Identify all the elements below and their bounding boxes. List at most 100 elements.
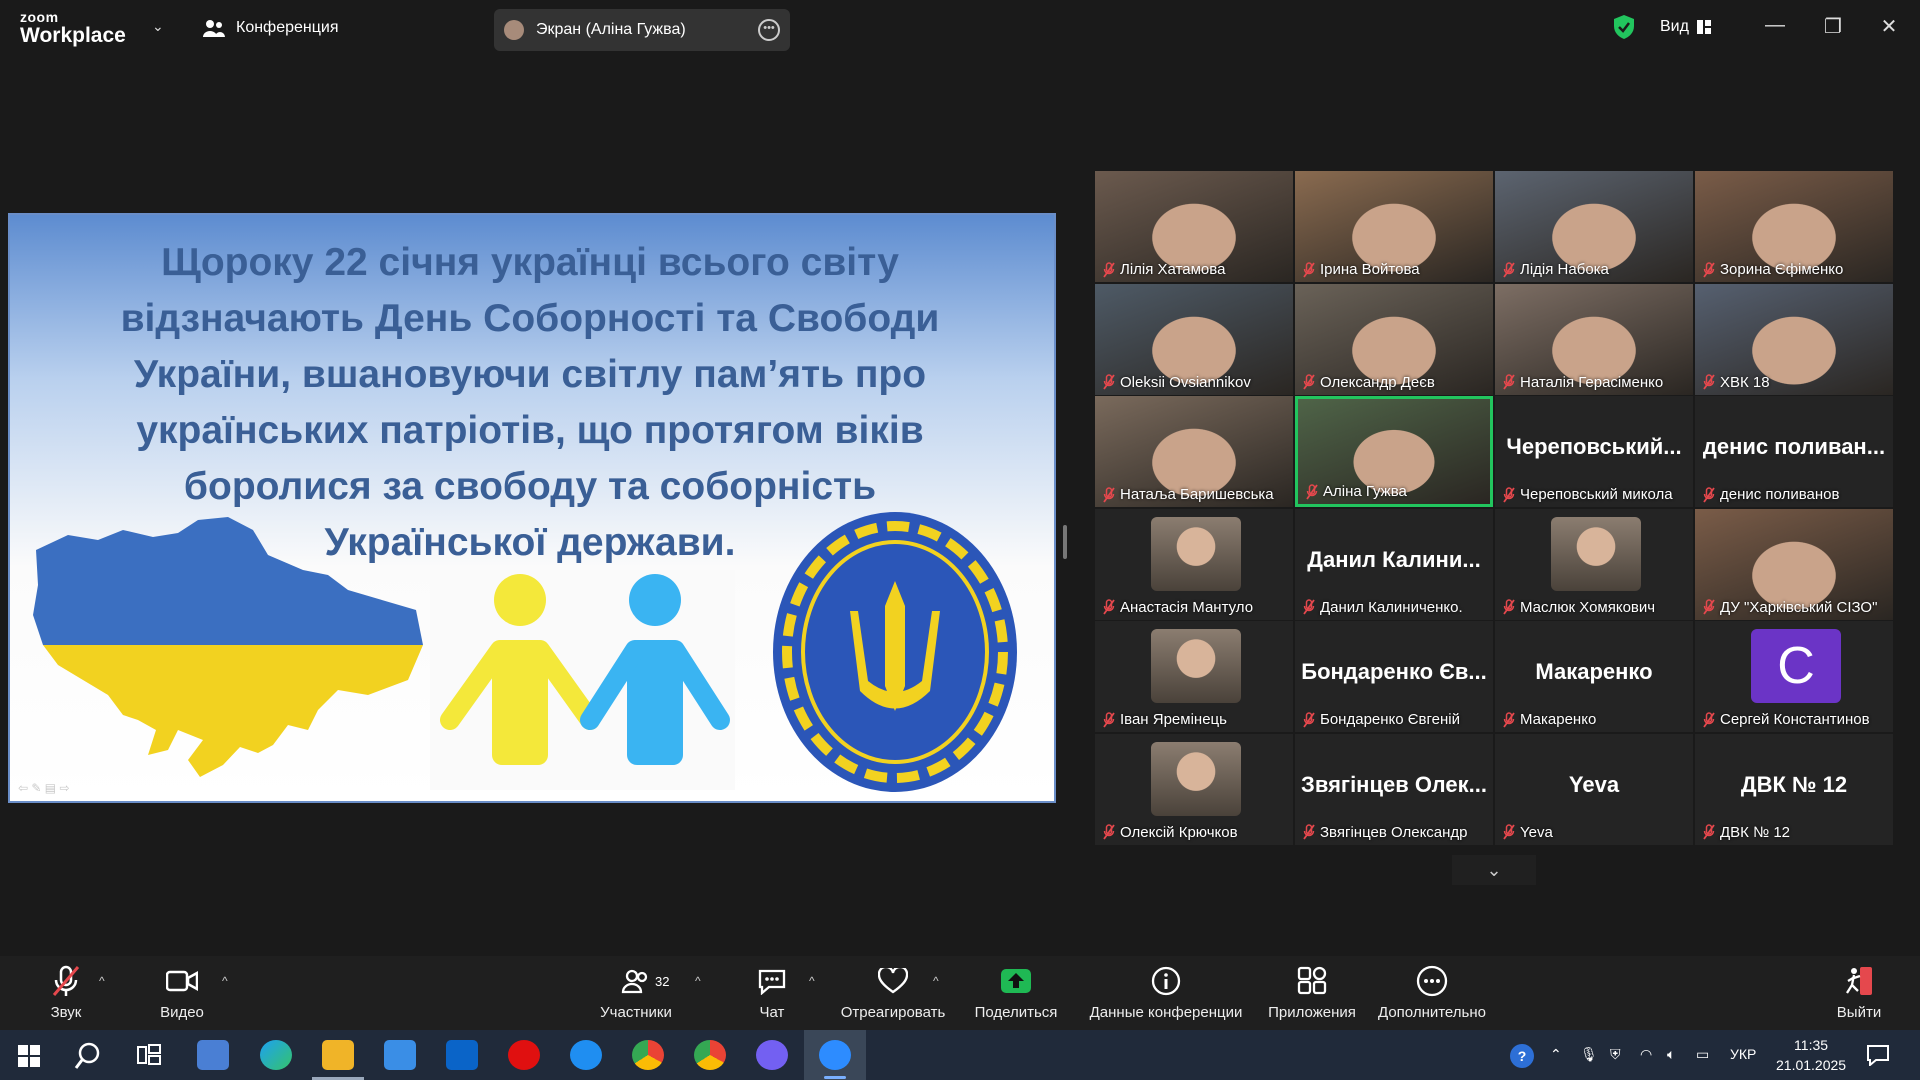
audio-button[interactable]: Звук xyxy=(40,964,92,1021)
participant-tile[interactable]: Анастасія Мантуло xyxy=(1095,508,1293,620)
chrome-profile-icon[interactable] xyxy=(694,1040,726,1070)
trident-emblem-image xyxy=(773,512,1017,792)
shared-screen: Щороку 22 січня українці всього світу ві… xyxy=(8,213,1056,803)
participant-tile[interactable]: ХВК 18 xyxy=(1695,283,1893,395)
microphone-muted-icon xyxy=(1103,711,1115,728)
microphone-muted-icon xyxy=(1303,711,1315,728)
participant-tile[interactable]: Yeva Yeva xyxy=(1495,733,1693,845)
viber-icon[interactable] xyxy=(756,1040,788,1070)
participant-tile[interactable]: Маслюк Хомякович xyxy=(1495,508,1693,620)
microsoft-store-icon[interactable] xyxy=(384,1040,416,1070)
meeting-info-button[interactable]: Конференция xyxy=(202,18,339,38)
participant-name-label: Маслюк Хомякович xyxy=(1503,599,1655,616)
microphone-muted-icon xyxy=(1703,599,1715,615)
participant-display-name: денис поливан... xyxy=(1702,434,1886,459)
help-icon[interactable]: ? xyxy=(1510,1044,1534,1068)
defender-shield-icon[interactable]: ⛨ xyxy=(1610,1046,1621,1063)
microphone-muted-icon xyxy=(1103,824,1115,840)
notifications-icon[interactable] xyxy=(1866,1044,1890,1066)
opera-browser-icon[interactable] xyxy=(508,1040,540,1070)
participant-tile[interactable]: Лілія Хатамова xyxy=(1095,171,1293,282)
participant-tile[interactable]: Бондаренко Єв... Бондаренко Євгеній xyxy=(1295,621,1493,732)
share-screen-icon xyxy=(1001,969,1031,993)
zoom-app-icon[interactable] xyxy=(819,1040,851,1070)
system-clock[interactable]: 11:35 21.01.2025 xyxy=(1776,1035,1846,1075)
screen-share-pill[interactable]: Экран (Аліна Гужва) ••• xyxy=(494,9,790,51)
chevron-down-icon[interactable]: ⌄ xyxy=(152,18,164,35)
share-screen-button[interactable]: Поделиться xyxy=(968,964,1064,1021)
participant-tile[interactable]: Данил Калини... Данил Калиниченко. xyxy=(1295,508,1493,620)
participants-options-caret[interactable]: ^ xyxy=(695,974,701,988)
react-options-caret[interactable]: ^ xyxy=(933,974,939,988)
more-options-icon[interactable]: ••• xyxy=(758,19,780,41)
participant-tile[interactable]: Натаља Баришевська xyxy=(1095,396,1293,507)
children-figures-image xyxy=(430,570,735,790)
view-button[interactable]: Вид xyxy=(1660,18,1711,36)
video-button[interactable]: Видео xyxy=(156,964,208,1021)
avatar xyxy=(1151,516,1241,591)
apps-icon xyxy=(1297,966,1327,995)
participant-tile[interactable]: Олександр Деєв xyxy=(1295,283,1493,395)
minimize-button[interactable]: — xyxy=(1760,14,1790,37)
participant-tile[interactable]: Іван Яремінець xyxy=(1095,621,1293,732)
participant-tile[interactable]: Череповський... Череповський микола xyxy=(1495,396,1693,507)
participant-tile[interactable]: Ірина Войтова xyxy=(1295,171,1493,282)
chevron-down-icon[interactable]: ⌄ xyxy=(1452,855,1536,885)
participant-tile[interactable]: денис поливан... денис поливанов xyxy=(1695,396,1893,507)
participant-tile[interactable]: Oleksii Ovsiannikov xyxy=(1095,283,1293,395)
avatar xyxy=(1151,741,1241,816)
microphone-icon[interactable]: 🎙︎ xyxy=(1580,1046,1598,1063)
participant-display-name: Yeva xyxy=(1568,771,1620,797)
restore-button[interactable]: ❐ xyxy=(1818,14,1848,39)
participant-tile[interactable]: Лідія Набока xyxy=(1495,171,1693,282)
meeting-info-button[interactable]: Данные конференции xyxy=(1086,964,1246,1021)
security-shield-icon[interactable] xyxy=(1613,14,1635,40)
leave-button[interactable]: Выйти xyxy=(1834,964,1884,1021)
slide-navigation-tools[interactable]: ⇦ ✎ ▤ ⇨ xyxy=(18,781,70,795)
grid-view-icon xyxy=(1696,20,1711,34)
chrome-icon[interactable] xyxy=(632,1040,664,1070)
participant-name-label: Данил Калиниченко. xyxy=(1303,599,1463,616)
speaker-icon[interactable]: 🔈︎ xyxy=(1667,1046,1675,1063)
windows-start-icon[interactable] xyxy=(18,1045,40,1067)
edge-browser-icon[interactable] xyxy=(260,1040,292,1070)
participant-name-label: Бондаренко Євгеній xyxy=(1303,711,1460,728)
teamviewer-icon[interactable] xyxy=(570,1040,602,1070)
ukraine-map-image xyxy=(33,517,423,777)
participant-tile[interactable]: Зорина Єфіменко xyxy=(1695,171,1893,282)
react-button[interactable]: Отреагировать xyxy=(838,964,948,1021)
microphone-muted-icon xyxy=(1103,599,1115,615)
participant-tile[interactable]: Аліна Гужва xyxy=(1295,396,1493,507)
participants-button[interactable]: Участники xyxy=(594,964,678,1021)
outlook-icon[interactable] xyxy=(446,1040,478,1070)
save-app-icon[interactable] xyxy=(197,1040,229,1070)
participant-tile[interactable]: Звягінцев Олек... Звягінцев Олександр xyxy=(1295,733,1493,845)
participant-tile[interactable]: Олексій Крючков xyxy=(1095,733,1293,845)
keyboard-language[interactable]: УКР xyxy=(1730,1046,1756,1062)
chat-button[interactable]: Чат xyxy=(750,964,794,1021)
zoom-logo: zoom Workplace xyxy=(20,9,126,47)
search-icon[interactable] xyxy=(74,1042,102,1070)
participant-tile[interactable]: Макаренко Макаренко xyxy=(1495,621,1693,732)
wifi-icon[interactable]: ◠ xyxy=(1640,1046,1652,1063)
panel-splitter-handle[interactable] xyxy=(1063,525,1067,559)
chat-options-caret[interactable]: ^ xyxy=(809,974,815,988)
participant-tile[interactable]: Наталія Герасіменко xyxy=(1495,283,1693,395)
apps-button[interactable]: Приложения xyxy=(1264,964,1360,1021)
microphone-muted-icon xyxy=(1503,486,1515,503)
video-options-caret[interactable]: ^ xyxy=(222,974,228,988)
close-button[interactable]: ✕ xyxy=(1874,14,1904,39)
participant-name-label: Звягінцев Олександр xyxy=(1303,824,1468,841)
participant-tile[interactable]: ДВК № 12 ДВК № 12 xyxy=(1695,733,1893,845)
microphone-muted-icon xyxy=(1303,824,1315,840)
microphone-muted-icon xyxy=(1103,374,1115,390)
file-explorer-icon[interactable] xyxy=(322,1040,354,1070)
battery-icon[interactable]: ▭ xyxy=(1696,1046,1709,1063)
audio-options-caret[interactable]: ^ xyxy=(99,974,105,988)
participant-tile[interactable]: C Сергей Константинов xyxy=(1695,621,1893,732)
more-button[interactable]: Дополнительно xyxy=(1376,964,1488,1021)
chevron-up-icon[interactable]: ⌃ xyxy=(1550,1046,1562,1063)
participant-tile[interactable]: ДУ "Харківський СІЗО" xyxy=(1695,508,1893,620)
participant-name-label: Олександр Деєв xyxy=(1303,374,1435,391)
task-view-icon[interactable] xyxy=(136,1043,162,1067)
